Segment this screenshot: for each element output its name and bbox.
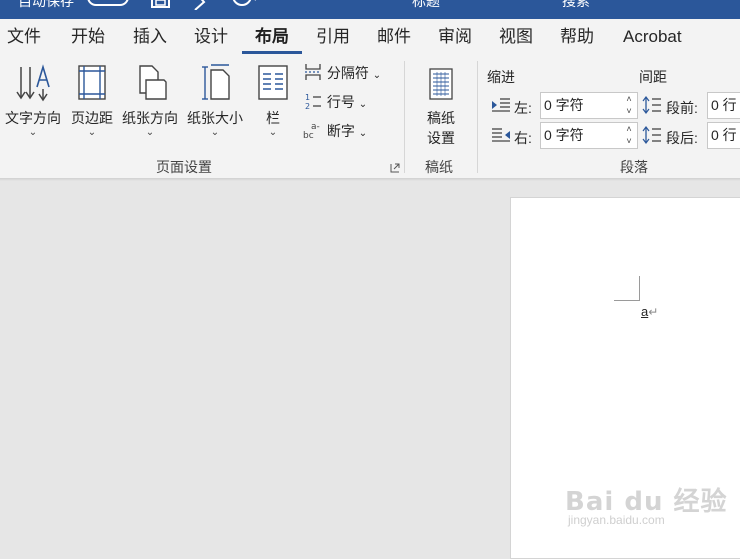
indent-left-value: 0 字符: [544, 97, 584, 113]
autosave-label: 自动保存: [18, 0, 74, 9]
spacing-after-input[interactable]: 0 行: [707, 122, 740, 149]
orientation-label: 纸张方向: [122, 110, 178, 126]
spacing-after-value: 0 行: [711, 127, 737, 143]
title-bar: 自动保存 标题 搜索: [0, 0, 740, 19]
indent-left-icon: [492, 98, 510, 112]
spin-arrows-icon[interactable]: ˄ ˅: [624, 123, 634, 147]
line-numbers-label: 行号: [326, 94, 355, 110]
chevron-down-icon: ⌄: [87, 127, 97, 138]
breaks-label: 分隔符: [326, 65, 369, 81]
ribbon: 文字方向 ⌄ 页边距 ⌄ 纸张方向 ⌄ 纸张大小 ⌄ 栏 ⌄ 分隔符 ⌄ 1 2…: [0, 55, 740, 179]
paragraph-mark: ↵: [648, 305, 659, 319]
spacing-before-value: 0 行: [711, 97, 737, 113]
indent-left-label: 左:: [514, 100, 532, 116]
chevron-down-icon: ⌄: [210, 127, 220, 138]
paragraph-group-label: 段落: [620, 159, 648, 175]
line-numbers-icon: 1 2: [305, 93, 321, 111]
chevron-down-icon: ⌄: [28, 127, 38, 138]
page-setup-group-label: 页面设置: [156, 159, 212, 175]
indent-header: 缩进: [487, 69, 515, 85]
columns-button[interactable]: 栏 ⌄: [253, 63, 293, 138]
tab-design[interactable]: 设计: [194, 19, 228, 55]
group-separator: [477, 61, 478, 173]
breaks-icon: [305, 64, 321, 80]
chevron-down-icon: ⌄: [145, 127, 155, 138]
dialog-launcher-icon[interactable]: [390, 163, 400, 173]
tab-insert[interactable]: 插入: [133, 19, 167, 55]
hyphenation-label: 断字: [326, 123, 355, 139]
manuscript-group-label: 稿纸: [425, 159, 453, 175]
margins-button[interactable]: 页边距 ⌄: [66, 63, 118, 138]
spacing-header: 间距: [639, 69, 667, 85]
tab-layout[interactable]: 布局: [255, 19, 289, 55]
spacing-before-label: 段前:: [666, 100, 698, 116]
size-label: 纸张大小: [187, 110, 243, 126]
spacing-before-icon: [642, 96, 661, 114]
watermark-url: jingyan.baidu.com: [568, 513, 665, 527]
spacing-after-icon: [642, 126, 661, 144]
svg-text:2: 2: [305, 102, 310, 110]
text-direction-label: 文字方向: [5, 110, 61, 126]
save-icon[interactable]: [150, 0, 172, 10]
chevron-down-icon: ⌄: [268, 127, 278, 138]
columns-icon: [258, 65, 288, 100]
indent-right-value: 0 字符: [544, 127, 584, 143]
text-direction-icon: [16, 64, 50, 102]
page-size-icon: [202, 64, 230, 100]
line-numbers-button[interactable]: 1 2 行号 ⌄: [303, 90, 367, 114]
ribbon-tabs: 文件 开始 插入 设计 布局 引用 邮件 审阅 视图 帮助 Acrobat: [0, 19, 740, 55]
tab-home[interactable]: 开始: [71, 19, 105, 55]
svg-text:bc: bc: [303, 131, 314, 139]
hyphenation-button[interactable]: a- bc 断字 ⌄: [303, 119, 367, 143]
indent-right-icon: [492, 128, 510, 142]
spin-arrows-icon[interactable]: ˄ ˅: [624, 93, 634, 117]
size-button[interactable]: 纸张大小 ⌄: [184, 63, 246, 138]
page-margin-corner-mark: [614, 276, 640, 301]
tab-mailings[interactable]: 邮件: [377, 19, 411, 55]
document-body[interactable]: a↵: [641, 304, 658, 319]
hyphenation-icon: a- bc: [303, 122, 320, 141]
tab-acrobat[interactable]: Acrobat: [623, 19, 682, 55]
manuscript-settings-button[interactable]: 稿纸 设置: [415, 67, 467, 148]
tab-help[interactable]: 帮助: [560, 19, 594, 55]
tab-view[interactable]: 视图: [499, 19, 533, 55]
watermark: Bai du 经验 jingyan.baidu.com: [565, 465, 735, 535]
tab-references[interactable]: 引用: [316, 19, 350, 55]
indent-right-label: 右:: [514, 130, 532, 146]
text-direction-button[interactable]: 文字方向 ⌄: [2, 63, 64, 138]
orientation-icon: [139, 65, 167, 100]
manuscript-label: 稿纸: [427, 110, 455, 126]
margins-label: 页边距: [71, 110, 113, 126]
active-tab-indicator: [242, 51, 302, 54]
spacing-after-label: 段后:: [666, 130, 698, 146]
search-hint[interactable]: 搜索: [562, 0, 590, 11]
document-title: 标题: [412, 0, 440, 9]
indent-left-input[interactable]: 0 字符 ˄ ˅: [540, 92, 638, 119]
autosave-toggle[interactable]: [87, 0, 129, 6]
indent-right-input[interactable]: 0 字符 ˄ ˅: [540, 122, 638, 149]
undo-icon[interactable]: [192, 0, 212, 10]
breaks-button[interactable]: 分隔符 ⌄: [303, 61, 381, 85]
tab-review[interactable]: 审阅: [438, 19, 472, 55]
chevron-down-icon: ⌄: [372, 70, 382, 81]
svg-text:1: 1: [305, 93, 310, 102]
margins-icon: [78, 65, 106, 100]
ribbon-shadow: [0, 178, 740, 181]
spacing-before-input[interactable]: 0 行: [707, 92, 740, 119]
columns-label: 栏: [266, 110, 280, 126]
tab-file[interactable]: 文件: [7, 19, 41, 55]
group-separator: [404, 61, 405, 173]
manuscript-icon: [429, 68, 453, 100]
chevron-down-icon: ⌄: [358, 99, 368, 110]
redo-icon[interactable]: [230, 0, 258, 10]
orientation-button[interactable]: 纸张方向 ⌄: [119, 63, 181, 138]
manuscript-label-line2: 设置: [427, 130, 455, 146]
chevron-down-icon: ⌄: [358, 128, 368, 139]
